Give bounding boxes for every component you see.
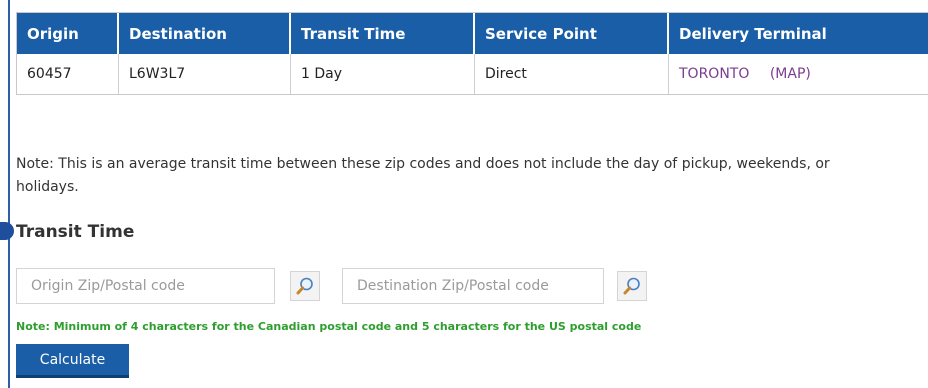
magnifier-icon bbox=[623, 277, 640, 295]
postal-code-hint: Note: Minimum of 4 characters for the Ca… bbox=[16, 320, 642, 333]
transit-note: Note: This is an average transit time be… bbox=[16, 153, 928, 199]
calculate-button[interactable]: Calculate bbox=[16, 344, 129, 378]
cell-transit-time: 1 Day bbox=[291, 54, 475, 94]
cell-service-point: Direct bbox=[475, 54, 669, 94]
header-origin: Origin bbox=[17, 13, 119, 54]
terminal-link[interactable]: TORONTO bbox=[679, 66, 749, 82]
header-delivery-terminal: Delivery Terminal bbox=[669, 13, 928, 54]
magnifier-icon bbox=[296, 277, 313, 295]
origin-lookup-button[interactable] bbox=[290, 271, 320, 301]
destination-lookup-button[interactable] bbox=[617, 271, 647, 301]
destination-postal-input[interactable] bbox=[342, 268, 604, 304]
cell-delivery-terminal: TORONTO (MAP) bbox=[669, 54, 928, 94]
cell-destination: L6W3L7 bbox=[119, 54, 291, 94]
table-header-row: Origin Destination Transit Time Service … bbox=[17, 13, 928, 54]
section-title: Transit Time bbox=[16, 222, 135, 242]
frame-border bbox=[8, 0, 10, 388]
table-row: 60457 L6W3L7 1 Day Direct TORONTO (MAP) bbox=[17, 54, 928, 94]
map-link[interactable]: (MAP) bbox=[770, 66, 811, 82]
header-transit-time: Transit Time bbox=[291, 13, 475, 54]
note-line-1: Note: This is an average transit time be… bbox=[16, 156, 830, 172]
header-destination: Destination bbox=[119, 13, 291, 54]
cell-origin: 60457 bbox=[17, 54, 119, 94]
transit-results-table: Origin Destination Transit Time Service … bbox=[16, 12, 928, 95]
header-service-point: Service Point bbox=[475, 13, 669, 54]
origin-postal-input[interactable] bbox=[16, 268, 275, 304]
frame-marker bbox=[0, 222, 14, 240]
note-line-2: holidays. bbox=[16, 179, 79, 195]
